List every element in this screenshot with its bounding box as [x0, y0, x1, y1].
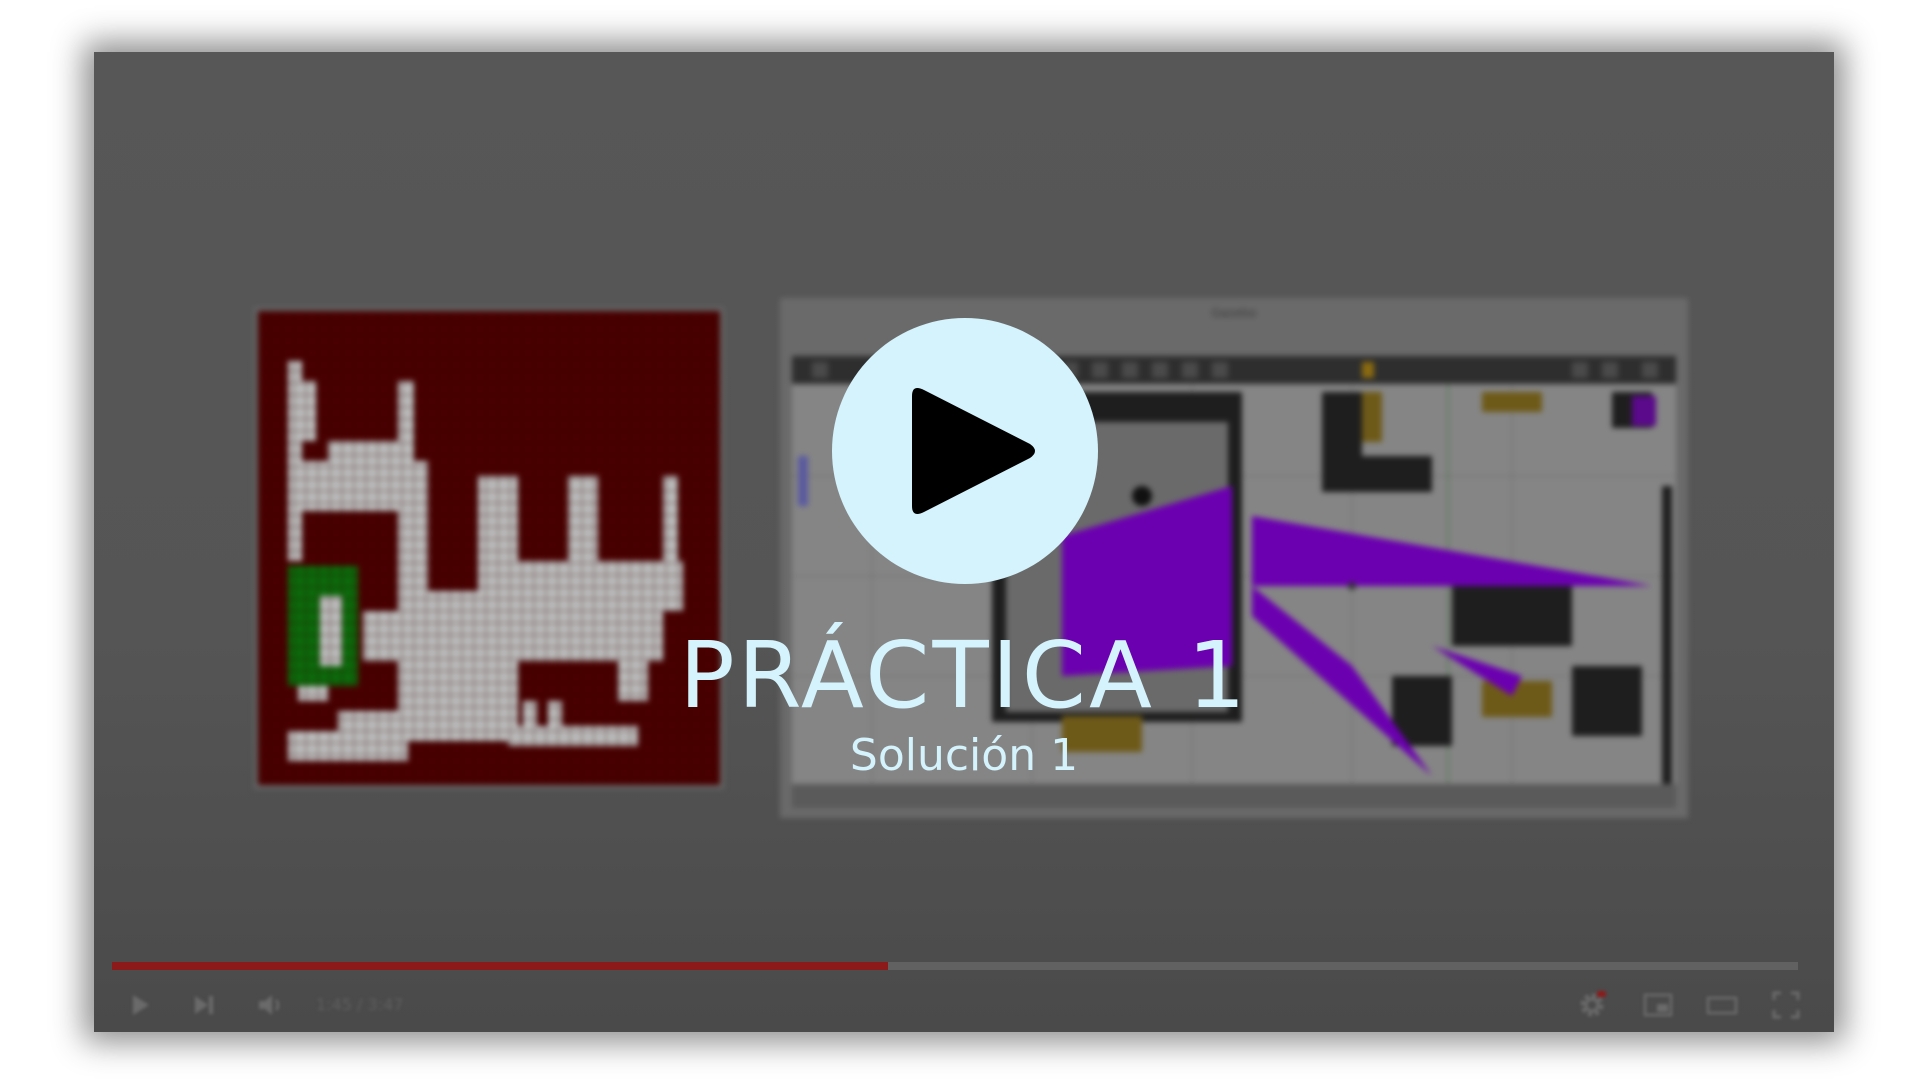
- video-subtitle: Solución 1: [849, 730, 1079, 781]
- video-player[interactable]: Gazebo PRÁCTICA 1 Solución 1 1:45 / 3:47: [94, 52, 1834, 1032]
- play-button[interactable]: [124, 989, 156, 1021]
- theater-mode-button[interactable]: [1706, 989, 1738, 1021]
- miniplayer-button[interactable]: [1642, 989, 1674, 1021]
- next-button[interactable]: [188, 989, 220, 1021]
- progress-bar[interactable]: [112, 962, 1798, 970]
- fullscreen-icon: [1772, 991, 1800, 1019]
- progress-bar-fill: [112, 962, 888, 970]
- gear-icon: [1580, 991, 1606, 1017]
- volume-button[interactable]: [254, 989, 286, 1021]
- next-icon: [195, 996, 213, 1014]
- big-play-button[interactable]: [832, 318, 1098, 584]
- fullscreen-button[interactable]: [1770, 989, 1802, 1021]
- miniplayer-icon: [1643, 993, 1673, 1017]
- play-icon: [912, 388, 1035, 514]
- theater-icon: [1706, 996, 1738, 1015]
- volume-icon: [259, 995, 280, 1015]
- time-display: 1:45 / 3:47: [316, 995, 404, 1014]
- video-title: PRÁCTICA 1: [679, 622, 1249, 729]
- settings-button[interactable]: [1576, 989, 1608, 1021]
- play-icon: [133, 995, 149, 1015]
- player-controls: 1:45 / 3:47: [94, 977, 1834, 1032]
